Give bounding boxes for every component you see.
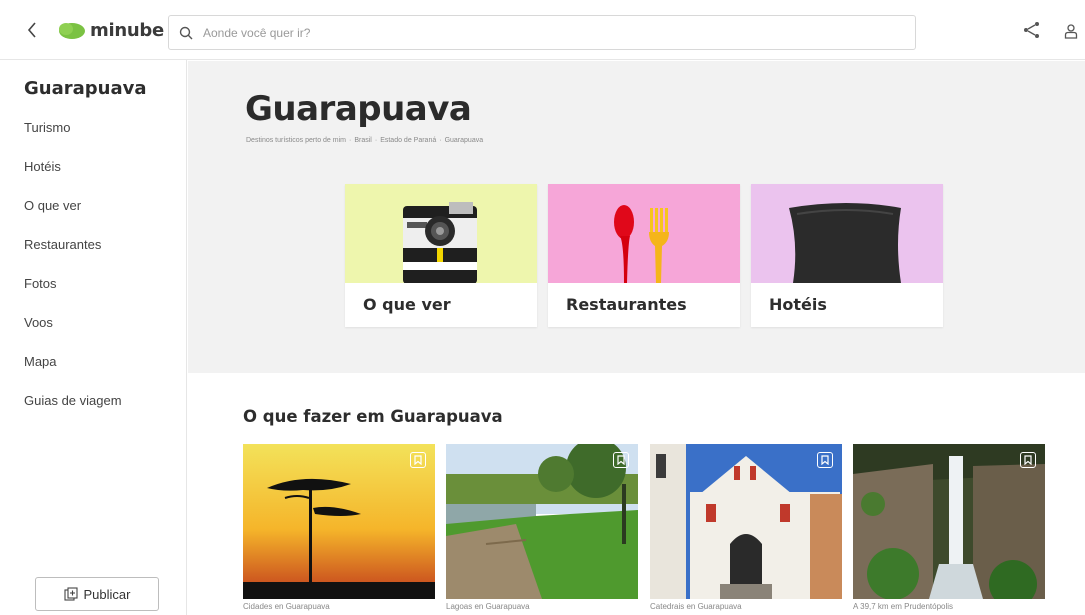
hero-section: Guarapuava Destinos turísticos perto de … (188, 61, 1085, 373)
sidebar-nav: Turismo Hotéis O que ver Restaurantes Fo… (24, 120, 122, 432)
sidebar-item-hoteis[interactable]: Hotéis (24, 159, 122, 198)
photo-caption: Cidades en Guarapuava (243, 602, 330, 611)
top-header: minube (0, 0, 1085, 60)
breadcrumb-separator: · (439, 137, 442, 144)
photo-card[interactable]: A 39,7 km em Prudentópolis (853, 444, 1045, 615)
search-input[interactable] (203, 17, 915, 48)
photo-card[interactable]: Cidades en Guarapuava (243, 444, 435, 615)
sidebar-item-o-que-ver[interactable]: O que ver (24, 198, 122, 237)
user-account-button[interactable] (1058, 19, 1084, 43)
breadcrumb-separator: · (348, 137, 352, 144)
sidebar-item-mapa[interactable]: Mapa (24, 354, 122, 393)
search-bar[interactable] (168, 15, 916, 50)
logo-text: minube (90, 19, 164, 41)
bookmark-icon[interactable] (817, 452, 833, 468)
sidebar: Guarapuava Turismo Hotéis O que ver Rest… (0, 60, 187, 615)
breadcrumb-item[interactable]: Guarapuava (445, 137, 484, 144)
photo-image (650, 444, 842, 599)
spoon-fork-icon (614, 205, 669, 283)
sidebar-item-restaurantes[interactable]: Restaurantes (24, 237, 122, 276)
breadcrumb: Destinos turísticos perto de mim · Brasi… (246, 137, 483, 144)
category-label: Hotéis (769, 295, 827, 314)
bookmark-icon[interactable] (1020, 452, 1036, 468)
publish-button[interactable]: Publicar (35, 577, 159, 611)
polaroid-camera-icon (403, 202, 477, 284)
sidebar-title: Guarapuava (24, 78, 147, 99)
category-image (751, 184, 943, 283)
sidebar-item-guias[interactable]: Guias de viagem (24, 393, 122, 432)
breadcrumb-item[interactable]: Destinos turísticos perto de mim (246, 137, 346, 144)
page-title: Guarapuava (245, 89, 472, 129)
category-image (345, 184, 537, 284)
breadcrumb-item[interactable]: Estado de Paraná (380, 137, 436, 144)
photo-caption: A 39,7 km em Prudentópolis (853, 602, 954, 611)
sidebar-item-turismo[interactable]: Turismo (24, 120, 122, 159)
category-card-hoteis[interactable]: Hotéis (751, 184, 943, 327)
photo-caption: Lagoas en Guarapuava (446, 602, 530, 611)
photo-image (446, 444, 638, 599)
photo-caption: Catedrais en Guarapuava (650, 602, 742, 611)
share-icon (1024, 22, 1039, 38)
breadcrumb-item[interactable]: Brasil (354, 137, 372, 144)
section-title: O que fazer em Guarapuava (243, 407, 503, 426)
category-card-o-que-ver[interactable]: O que ver (345, 184, 537, 327)
user-icon (1064, 24, 1078, 39)
bookmark-icon[interactable] (410, 452, 426, 468)
photo-image (853, 444, 1045, 599)
photo-card[interactable]: Catedrais en Guarapuava (650, 444, 842, 615)
publish-label: Publicar (83, 586, 131, 602)
category-label: Restaurantes (566, 295, 687, 314)
pillow-icon (789, 203, 901, 283)
share-button[interactable] (1022, 20, 1042, 40)
category-image (548, 184, 740, 283)
back-button[interactable] (20, 18, 44, 42)
breadcrumb-separator: · (374, 137, 378, 144)
category-card-restaurantes[interactable]: Restaurantes (548, 184, 740, 327)
bookmark-icon[interactable] (613, 452, 629, 468)
photo-card[interactable]: Lagoas en Guarapuava (446, 444, 638, 615)
chevron-left-icon (27, 22, 36, 38)
logo-cloud-icon (59, 23, 85, 39)
photo-image (243, 444, 435, 599)
search-icon (169, 16, 203, 49)
minube-logo[interactable]: minube (56, 16, 164, 44)
category-label: O que ver (363, 295, 451, 314)
publish-icon (63, 587, 78, 601)
sidebar-item-voos[interactable]: Voos (24, 315, 122, 354)
sidebar-item-fotos[interactable]: Fotos (24, 276, 122, 315)
